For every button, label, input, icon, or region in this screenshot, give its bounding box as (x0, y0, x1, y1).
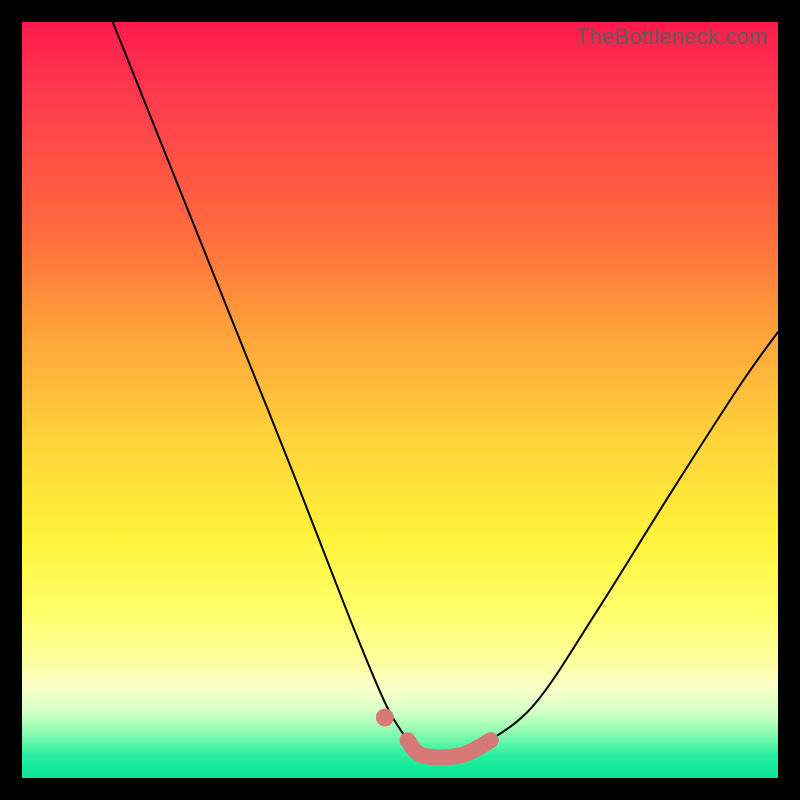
chart-frame: TheBottleneck.com (0, 0, 800, 800)
highlighted-range-dot (376, 709, 394, 727)
highlighted-range-segment (408, 740, 491, 757)
curve-right-limb (491, 332, 778, 740)
chart-svg (22, 22, 778, 778)
curve-left-limb (113, 22, 408, 740)
chart-plot-area: TheBottleneck.com (22, 22, 778, 778)
